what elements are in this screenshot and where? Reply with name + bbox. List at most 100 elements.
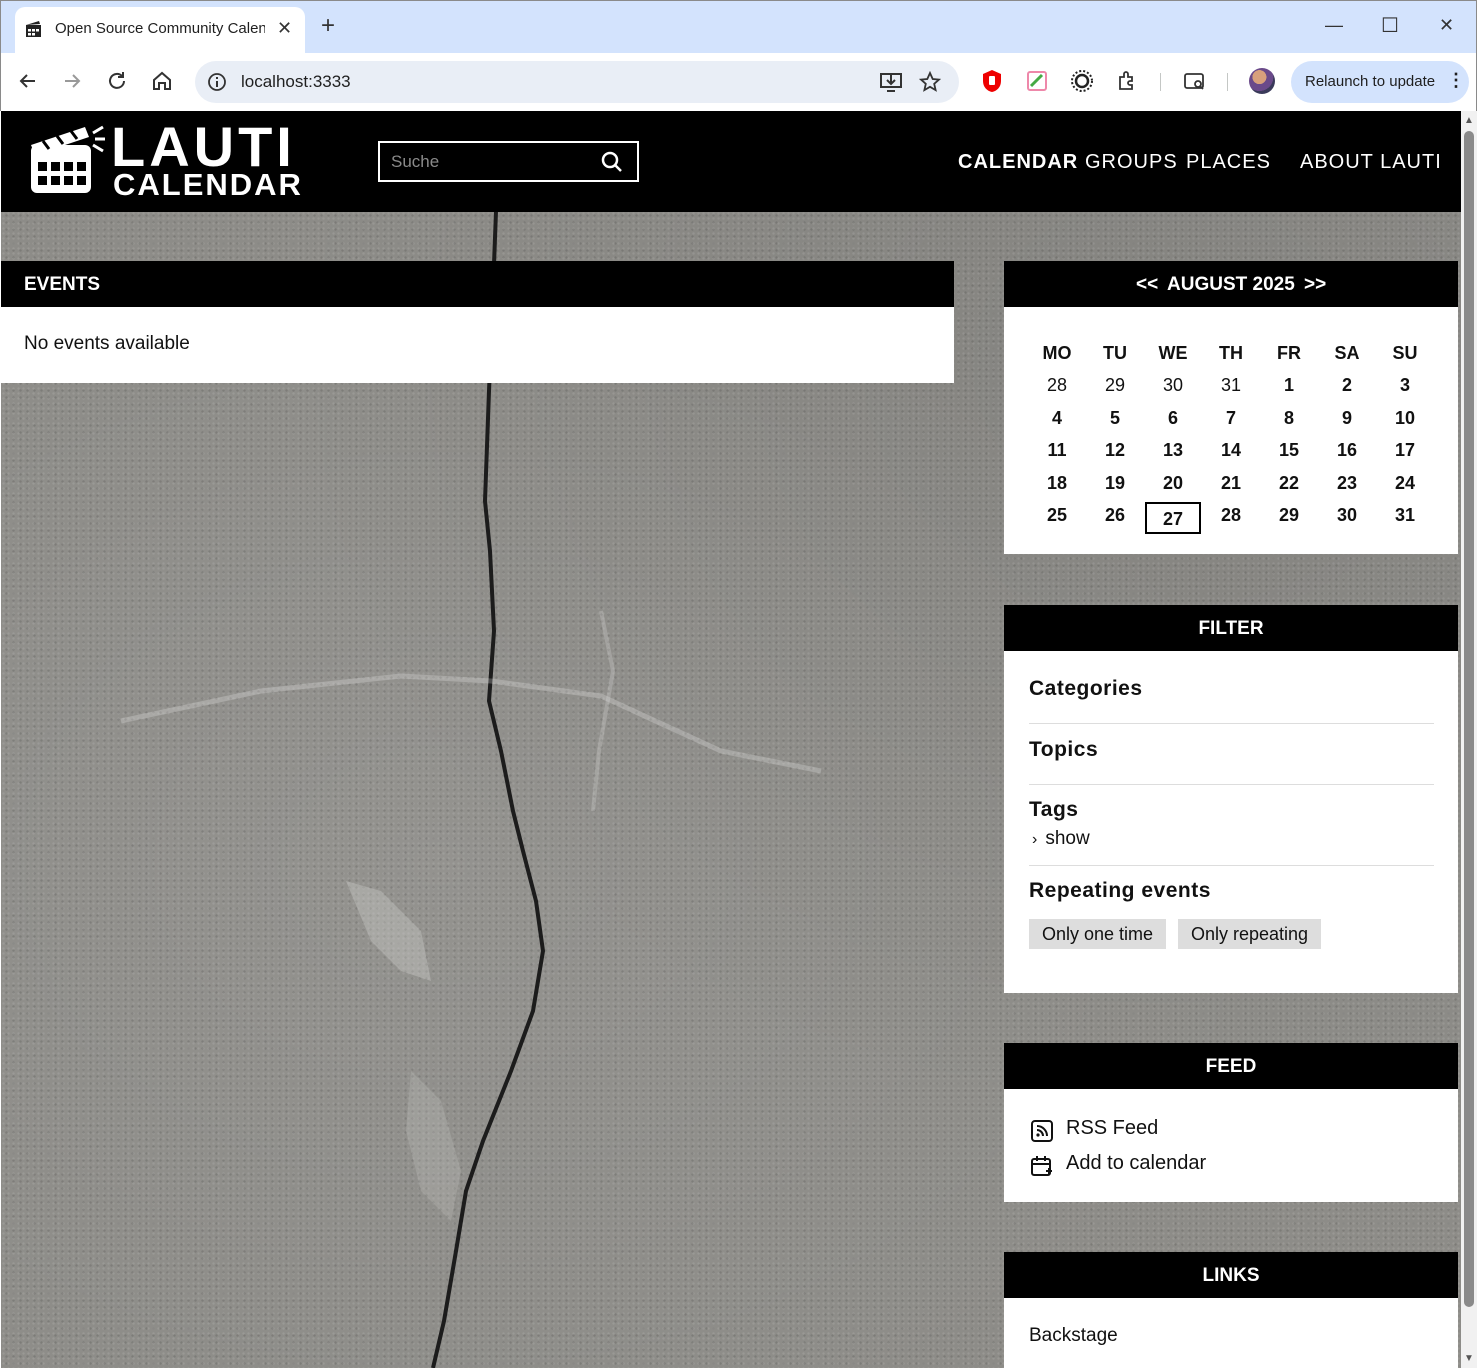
weekday-label: SU (1392, 342, 1418, 363)
color-picker-extension-icon[interactable] (1025, 69, 1049, 93)
home-icon[interactable] (150, 69, 174, 93)
rss-icon (1031, 1120, 1053, 1142)
calendar-day[interactable]: 28 (1028, 375, 1086, 396)
calendar-plus-icon (1031, 1156, 1052, 1176)
calendar-header: << AUGUST 2025 >> (1004, 261, 1458, 307)
calendar-day[interactable]: 30 (1144, 375, 1202, 396)
calendar-day[interactable]: 26 (1086, 505, 1144, 526)
calendar-day[interactable]: 18 (1028, 473, 1086, 494)
site-info-icon[interactable] (207, 72, 227, 92)
calendar-day[interactable]: 29 (1260, 505, 1318, 526)
calendar-day[interactable]: 4 (1028, 408, 1086, 429)
minimize-icon[interactable]: — (1325, 15, 1343, 36)
calendar-day[interactable]: 10 (1376, 408, 1434, 429)
add-to-calendar-label: Add to calendar (1066, 1152, 1207, 1174)
backstage-link[interactable]: Backstage (1029, 1325, 1118, 1347)
weekday-label: FR (1277, 342, 1301, 363)
filter-categories[interactable]: Categories (1029, 677, 1143, 701)
calendar-day[interactable]: 30 (1318, 505, 1376, 526)
calendar-grid: MO TU WE TH FR SA SU 28 29 30 31 1 2 3 4… (1028, 337, 1434, 534)
tab-title: Open Source Community Calen (55, 20, 265, 37)
nav-groups[interactable]: GROUPS (1085, 151, 1178, 174)
calendar-day[interactable]: 24 (1376, 473, 1434, 494)
weekday-label: WE (1158, 342, 1188, 363)
calendar-day[interactable]: 2 (1318, 375, 1376, 396)
tab-close-icon[interactable]: ✕ (277, 18, 292, 39)
filter-topics[interactable]: Topics (1029, 738, 1098, 762)
calendar-day[interactable]: 22 (1260, 473, 1318, 494)
scroll-down-arrow-icon[interactable]: ▼ (1464, 1353, 1474, 1364)
search-input[interactable] (380, 143, 595, 180)
events-panel: No events available (1, 307, 954, 383)
calendar-week-row: 11 12 13 14 15 16 17 (1028, 435, 1434, 468)
calendar-day[interactable]: 31 (1202, 375, 1260, 396)
divider (1029, 784, 1434, 785)
scrollbar-thumb[interactable] (1464, 131, 1474, 1307)
only-one-time-button[interactable]: Only one time (1029, 919, 1167, 949)
calendar-week-row: 4 5 6 7 8 9 10 (1028, 402, 1434, 435)
calendar-day[interactable]: 17 (1376, 440, 1434, 461)
browser-chrome: Open Source Community Calen ✕ + — ☐ ✕ lo… (0, 0, 1477, 112)
nav-places[interactable]: PLACES (1186, 151, 1271, 174)
calendar-day[interactable]: 1 (1260, 375, 1318, 396)
links-header: LINKS (1004, 1252, 1458, 1298)
nav-about[interactable]: ABOUT LAUTI (1300, 151, 1442, 174)
search-icon[interactable] (601, 151, 623, 173)
calendar-day[interactable]: 28 (1202, 505, 1260, 526)
calendar-day[interactable]: 20 (1144, 473, 1202, 494)
nav-calendar[interactable]: CALENDAR (958, 151, 1078, 174)
relaunch-button[interactable]: Relaunch to update ⋮ (1291, 61, 1469, 103)
back-icon[interactable] (16, 69, 40, 93)
page-scrollbar[interactable]: ▲ ▼ (1461, 111, 1477, 1368)
tags-show-label: show (1045, 828, 1090, 849)
install-app-icon[interactable] (879, 71, 903, 93)
calendar-favicon-icon (26, 21, 41, 37)
search-tabs-icon[interactable] (1183, 69, 1207, 93)
calendar-day[interactable]: 23 (1318, 473, 1376, 494)
weekday-label: SA (1334, 342, 1360, 363)
logo-subtitle[interactable]: CALENDAR (113, 169, 303, 200)
calendar-day[interactable]: 11 (1028, 440, 1086, 461)
window-close-icon[interactable]: ✕ (1439, 15, 1454, 36)
calendar-day[interactable]: 6 (1144, 408, 1202, 429)
calendar-next-button[interactable]: >> (1304, 274, 1326, 296)
calendar-day[interactable]: 31 (1376, 505, 1434, 526)
calendar-day[interactable]: 14 (1202, 440, 1260, 461)
filter-repeating: Repeating events (1029, 879, 1211, 902)
new-tab-icon[interactable]: + (321, 14, 335, 38)
maximize-icon[interactable]: ☐ (1381, 13, 1399, 38)
calendar-day[interactable]: 15 (1260, 440, 1318, 461)
menu-dots-icon[interactable]: ⋮ (1447, 70, 1465, 91)
calendar-day[interactable]: 9 (1318, 408, 1376, 429)
calendar-day[interactable]: 8 (1260, 408, 1318, 429)
lauti-logo-icon[interactable] (29, 123, 107, 197)
address-bar[interactable]: localhost:3333 (195, 61, 959, 103)
url-text[interactable]: localhost:3333 (241, 72, 351, 92)
calendar-day[interactable]: 7 (1202, 408, 1260, 429)
calendar-day[interactable]: 3 (1376, 375, 1434, 396)
calendar-day[interactable]: 12 (1086, 440, 1144, 461)
calendar-panel: MO TU WE TH FR SA SU 28 29 30 31 1 2 3 4… (1004, 307, 1458, 554)
calendar-prev-button[interactable]: << (1136, 274, 1158, 296)
calendar-day-today[interactable]: 27 (1144, 498, 1202, 534)
extensions-puzzle-icon[interactable] (1116, 69, 1140, 93)
calendar-day[interactable]: 25 (1028, 505, 1086, 526)
calendar-day[interactable]: 5 (1086, 408, 1144, 429)
browser-tab[interactable]: Open Source Community Calen ✕ (15, 7, 305, 53)
tags-show-toggle[interactable]: › show (1032, 828, 1090, 850)
bookmark-star-icon[interactable] (919, 71, 941, 93)
calendar-day[interactable]: 21 (1202, 473, 1260, 494)
forward-icon[interactable] (60, 69, 84, 93)
ublock-extension-icon[interactable] (980, 69, 1004, 93)
calendar-day[interactable]: 29 (1086, 375, 1144, 396)
only-repeating-button[interactable]: Only repeating (1178, 919, 1322, 949)
relaunch-label: Relaunch to update (1305, 73, 1436, 90)
scroll-up-arrow-icon[interactable]: ▲ (1464, 115, 1474, 126)
calendar-day[interactable]: 19 (1086, 473, 1144, 494)
reload-icon[interactable] (105, 69, 129, 93)
sun-extension-icon[interactable] (1070, 69, 1094, 93)
calendar-day[interactable]: 13 (1144, 440, 1202, 461)
calendar-day[interactable]: 16 (1318, 440, 1376, 461)
browser-toolbar: localhost:3333 Relaunch to update ⋮ (1, 53, 1476, 112)
profile-avatar[interactable] (1249, 68, 1275, 94)
